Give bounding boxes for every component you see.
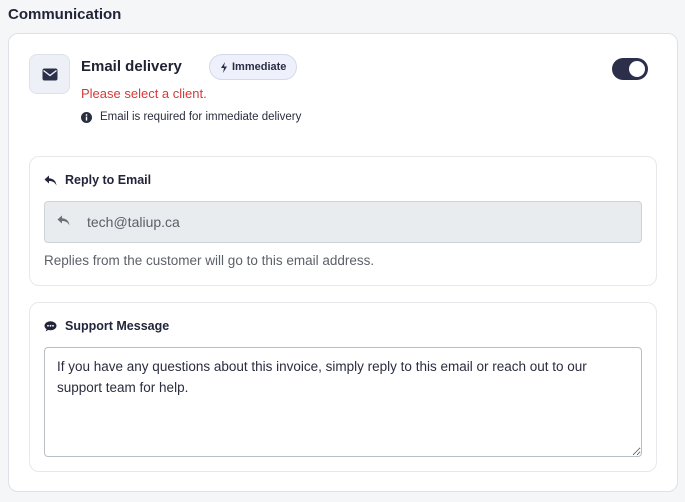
reply-icon [57,215,70,226]
support-message-header: Support Message [44,319,169,333]
email-delivery-title: Email delivery [81,58,182,75]
client-error-message: Please select a client. [81,86,207,101]
comment-icon [44,320,57,331]
badge-label: Immediate [232,61,287,73]
info-icon [81,111,92,123]
support-message-panel: Support Message If you have any question… [29,302,657,472]
envelope-icon-box [29,54,70,94]
immediate-badge: Immediate [209,54,298,80]
email-delivery-card: Email delivery Immediate Please select a… [8,33,678,492]
toggle-knob [629,61,645,77]
reply-to-email-label: Reply to Email [65,173,152,187]
email-delivery-toggle[interactable] [612,58,648,80]
bolt-icon [221,61,227,73]
reply-icon [44,175,57,185]
support-message-label: Support Message [65,319,170,333]
support-message-textarea[interactable]: If you have any questions about this inv… [44,347,642,457]
email-required-note: Email is required for immediate delivery [81,111,301,123]
reply-to-email-panel: Reply to Email Replies from the customer… [29,156,657,286]
reply-to-email-header: Reply to Email [44,173,151,187]
reply-email-field[interactable] [44,201,642,243]
section-title: Communication [8,6,122,23]
reply-help-text: Replies from the customer will go to thi… [44,253,375,268]
reply-email-input[interactable] [87,212,627,232]
note-text: Email is required for immediate delivery [100,111,302,123]
envelope-icon [42,68,57,80]
